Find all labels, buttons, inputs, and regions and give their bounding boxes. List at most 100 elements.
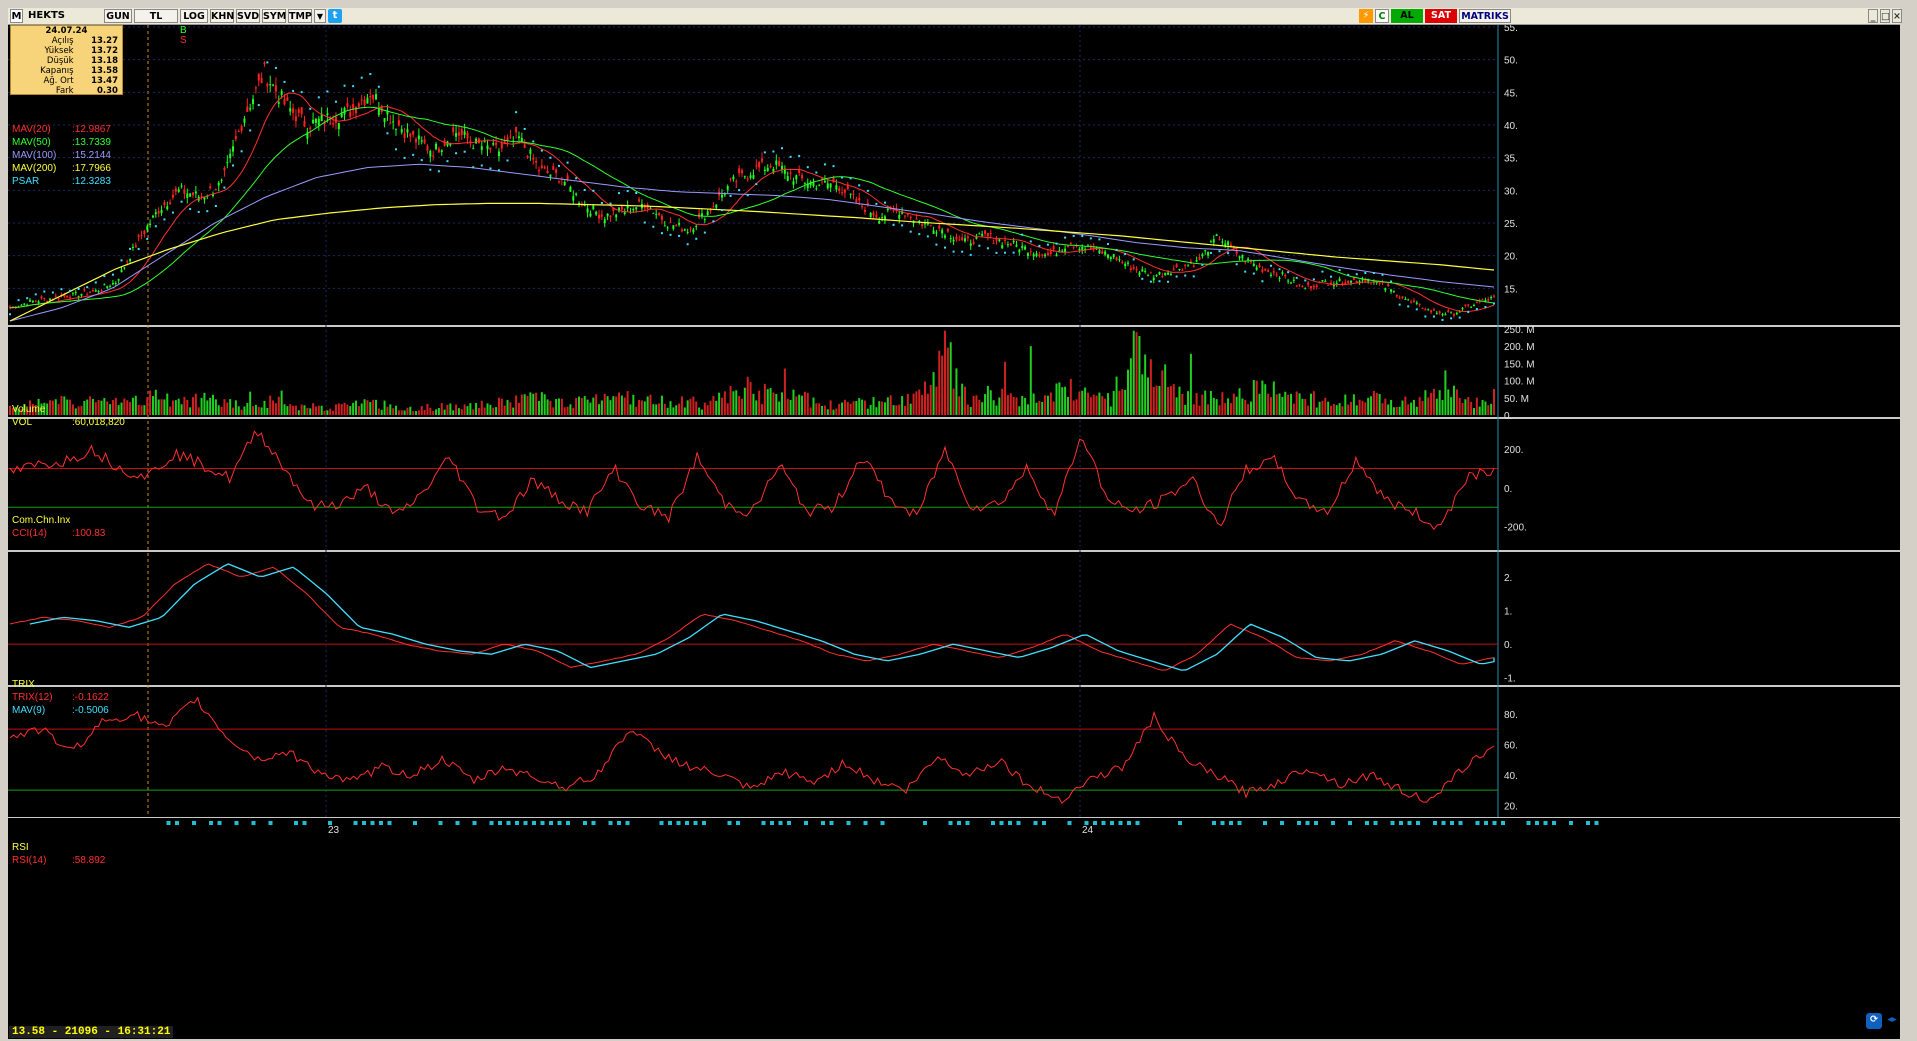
volume-bar (1392, 407, 1395, 415)
volume-bar (1272, 381, 1275, 415)
candle-body (492, 143, 495, 145)
log-button[interactable]: LOG (180, 9, 208, 23)
tmp-button[interactable]: TMP (288, 9, 312, 23)
candle-body (1184, 264, 1187, 266)
candle-body (709, 209, 712, 212)
candle-body (1415, 302, 1418, 304)
volume-bar (1390, 399, 1393, 415)
scroll-arrows-icon[interactable]: ◂▸ (1884, 1013, 1900, 1029)
volume-bar (906, 393, 909, 415)
svd-button[interactable]: SVD (236, 9, 260, 23)
x-axis-tick (1229, 821, 1233, 825)
period-button[interactable]: GUN (104, 9, 132, 23)
volume-bar (1015, 397, 1018, 415)
candle-body (363, 99, 366, 106)
x-axis-tick (787, 821, 791, 825)
minimize-icon[interactable]: _ (1868, 9, 1878, 23)
candle-body (180, 185, 183, 187)
candle-body (1264, 268, 1267, 271)
x-axis-tick (353, 821, 358, 825)
candle-body (732, 176, 735, 180)
candle-body (1307, 282, 1310, 285)
khn-button[interactable]: KHN (210, 9, 234, 23)
candle-body (157, 211, 160, 214)
psar-dot (1106, 243, 1109, 246)
volume-bar (1398, 406, 1401, 415)
psar-dot (206, 210, 209, 213)
volume-bar (1204, 390, 1207, 415)
volume-bar (600, 400, 603, 415)
psar-dot (789, 155, 792, 158)
volume-bar (1066, 396, 1069, 415)
candle-body (475, 138, 478, 144)
psar-dot (781, 147, 784, 150)
volume-bar (257, 406, 260, 415)
volume-bar (1407, 404, 1410, 415)
x-axis-tick (1280, 821, 1284, 825)
x-axis-tick (727, 821, 732, 825)
volume-bar (1069, 378, 1072, 415)
candle-body (689, 227, 692, 229)
dropdown-arrow-icon[interactable]: ▼ (314, 9, 326, 23)
candle-body (915, 218, 918, 220)
volume-bar (360, 403, 363, 415)
psar-dot (292, 89, 295, 92)
app-logo-icon[interactable]: M (10, 9, 23, 23)
x-axis-tick (1263, 821, 1267, 825)
volume-bar (663, 403, 666, 415)
candle-body (466, 133, 469, 139)
chart-svg[interactable]: 55. 50. 45. 40. 35. 30. 25. 20. 15. 250. M 200. M 1… (8, 23, 1900, 1025)
volume-bar (1481, 400, 1484, 415)
candle-body (395, 128, 398, 130)
close-icon[interactable]: × (1892, 9, 1902, 23)
volume-bar (886, 397, 889, 415)
x-axis-tick (863, 821, 868, 825)
volume-bar (283, 404, 286, 415)
psar-dot (1038, 244, 1041, 247)
volume-bar (1044, 395, 1047, 415)
candle-body (54, 295, 57, 297)
volume-bar (829, 400, 832, 415)
psar-dot (1450, 317, 1453, 320)
symbol-label[interactable]: HEKTS (28, 9, 65, 23)
sell-button[interactable]: SAT (1425, 9, 1457, 23)
sym-button[interactable]: SYM (262, 9, 286, 23)
volume-bar (54, 399, 57, 415)
refresh-icon[interactable]: C (1375, 9, 1389, 23)
candle-body (1035, 253, 1038, 257)
volume-bar (526, 395, 529, 415)
candle-body (763, 169, 766, 172)
psar-dot (1381, 273, 1384, 276)
sync-icon[interactable]: ⟳ (1866, 1013, 1882, 1029)
twitter-icon[interactable]: t (328, 9, 342, 23)
maximize-icon[interactable]: □ (1880, 9, 1890, 23)
volume-bar (938, 350, 941, 415)
psar-dot (309, 107, 312, 110)
lightning-icon[interactable]: ⚡ (1359, 9, 1373, 23)
volume-bar (160, 399, 163, 415)
volume-bar (392, 408, 395, 415)
volume-bar (1149, 359, 1152, 415)
info-value: 0.30 (97, 86, 118, 96)
candle-body (712, 206, 715, 208)
chart-area[interactable]: 55. 50. 45. 40. 35. 30. 25. 20. 15. 250. M 200. M 1… (8, 23, 1900, 1025)
volume-bar (715, 400, 718, 415)
psar-dot (944, 246, 947, 249)
volume-bar (1304, 399, 1307, 415)
buy-button[interactable]: AL (1391, 9, 1423, 23)
info-value: 13.72 (91, 46, 118, 56)
psar-dot (1347, 273, 1350, 276)
volume-bar (97, 399, 100, 415)
volume-bar (849, 403, 852, 415)
volume-bar (334, 404, 337, 415)
candle-body (1301, 286, 1304, 288)
volume-bar (477, 407, 480, 415)
volume-bar (1244, 399, 1247, 415)
volume-bar (1267, 393, 1270, 415)
currency-button[interactable]: TL (134, 9, 178, 23)
volume-bar (712, 396, 715, 415)
psar-dot (1441, 318, 1444, 321)
candle-body (292, 108, 295, 113)
volume-bar (457, 408, 460, 415)
volume-bar (1229, 403, 1232, 415)
